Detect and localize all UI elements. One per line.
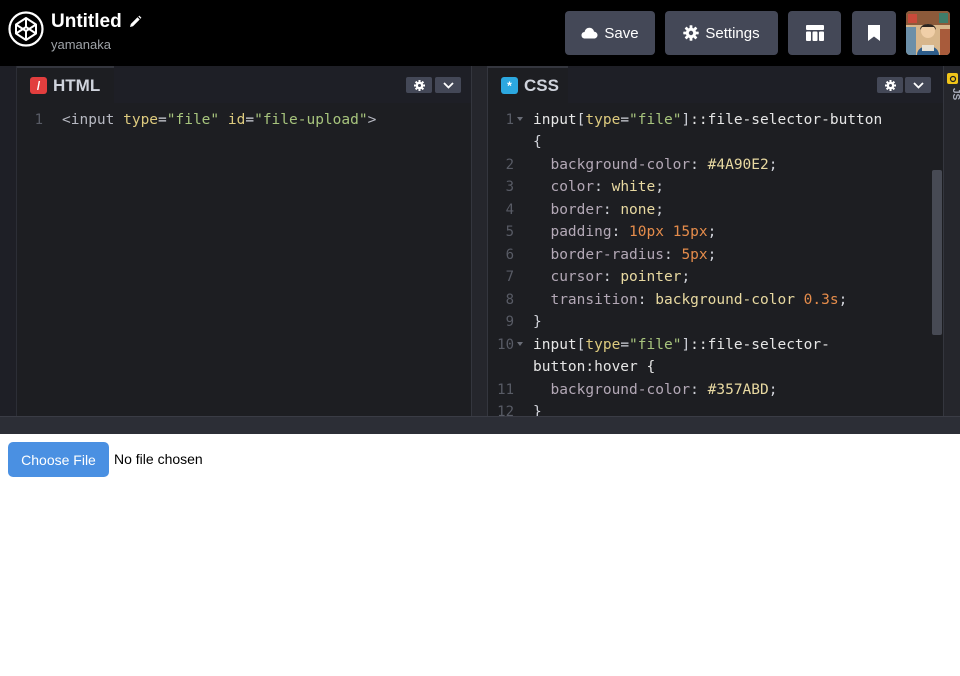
code-text: color: white; [550, 179, 664, 195]
fold-arrow-icon[interactable] [517, 117, 523, 121]
code-line-wrap: button:hover { [488, 356, 943, 378]
html-tab-label: HTML [53, 75, 101, 95]
avatar[interactable] [906, 11, 950, 55]
tab-css[interactable]: * CSS [488, 66, 568, 103]
pane-resizer[interactable] [471, 66, 488, 416]
html-editor-pane: / HTML 1 <input type="file" id="file-upl… [17, 66, 471, 416]
code-text: background-color: #357ABD; [550, 382, 778, 398]
code-line: 10 input[type="file"]::file-selector- [488, 334, 943, 356]
code-text: border: none; [550, 202, 664, 218]
html-file-icon: / [30, 77, 47, 94]
css-file-icon: * [501, 77, 518, 94]
code-text: input[type="file"]::file-selector- [533, 337, 830, 353]
code-text: border-radius: 5px; [550, 247, 717, 263]
code-line: 1 input[type="file"]::file-selector-butt… [488, 109, 943, 131]
fold-arrow-icon[interactable] [517, 342, 523, 346]
code-line: 2 background-color: #4A90E2; [488, 154, 943, 176]
chevron-down-icon [912, 81, 924, 89]
js-file-icon [947, 73, 958, 84]
pen-title-block: Untitled yamanaka [51, 10, 142, 52]
line-number: 1 [505, 112, 514, 128]
line-number: 8 [505, 292, 514, 308]
gear-icon [683, 25, 700, 41]
code-line: 3 color: white; [488, 176, 943, 198]
code-text: cursor: pointer; [550, 269, 691, 285]
cloud-icon [581, 27, 598, 39]
code-line: 11 background-color: #357ABD; [488, 379, 943, 401]
code-line: 7 cursor: pointer; [488, 266, 943, 288]
pin-button[interactable] [852, 11, 896, 55]
code-text: background-color: #4A90E2; [550, 157, 778, 173]
html-code-editor[interactable]: 1 <input type="file" id="file-upload"> [17, 109, 471, 416]
css-tab-label: CSS [524, 75, 559, 95]
editor-area: / HTML 1 <input type="file" id="file-upl… [0, 66, 960, 416]
css-settings-button[interactable] [877, 77, 903, 93]
choose-file-button[interactable]: Choose File [8, 442, 109, 477]
left-gutter [0, 66, 17, 416]
owner-name[interactable]: yamanaka [51, 37, 142, 52]
code-text: } [533, 314, 542, 330]
save-button[interactable]: Save [565, 11, 655, 55]
css-editor-pane: * CSS 1 input[type="file"]::file-selecto… [488, 66, 943, 416]
change-view-button[interactable] [788, 11, 841, 55]
code-line: 12 } [488, 401, 943, 416]
chevron-down-icon [442, 81, 454, 89]
line-number: 4 [505, 202, 514, 218]
code-line: 4 border: none; [488, 199, 943, 221]
code-line: 9 } [488, 311, 943, 333]
line-number: 12 [497, 404, 514, 416]
line-number: 9 [505, 314, 514, 330]
code-text: button:hover { [533, 359, 656, 375]
code-text: padding: 10px 15px; [550, 224, 717, 240]
code-line: 6 border-radius: 5px; [488, 244, 943, 266]
code-line: 1 <input type="file" id="file-upload"> [17, 109, 471, 131]
html-tabbar: / HTML [17, 66, 471, 103]
line-number: 6 [505, 247, 514, 263]
pen-title[interactable]: Untitled [51, 11, 122, 33]
top-header: Untitled yamanaka Save Settings [0, 0, 960, 66]
codepen-logo-icon[interactable] [8, 11, 44, 47]
settings-button[interactable]: Settings [665, 11, 778, 55]
save-label: Save [604, 24, 639, 42]
settings-label: Settings [705, 24, 760, 42]
html-settings-button[interactable] [406, 77, 432, 93]
js-editor-collapsed[interactable]: JS [943, 66, 960, 416]
line-number: 5 [505, 224, 514, 240]
line-number: 3 [505, 179, 514, 195]
css-code-editor[interactable]: 1 input[type="file"]::file-selector-butt… [488, 109, 943, 416]
code-text: } [533, 404, 542, 416]
tab-html[interactable]: / HTML [17, 66, 114, 103]
code-line: 5 padding: 10px 15px; [488, 221, 943, 243]
pencil-icon[interactable] [128, 15, 142, 29]
gear-icon [413, 79, 425, 91]
line-number: 1 [34, 112, 43, 128]
code-text: <input type="file" id="file-upload"> [62, 112, 377, 128]
layout-icon [805, 25, 824, 41]
line-number: 7 [505, 269, 514, 285]
css-tabbar: * CSS [488, 66, 943, 103]
result-preview: Choose File No file chosen [0, 434, 960, 676]
html-collapse-button[interactable] [435, 77, 461, 93]
code-line: 8 transition: background-color 0.3s; [488, 289, 943, 311]
line-number: 2 [505, 157, 514, 173]
css-collapse-button[interactable] [905, 77, 931, 93]
gear-icon [884, 79, 896, 91]
file-status-text: No file chosen [114, 451, 203, 467]
code-line-wrap: { [488, 131, 943, 153]
code-text: { [533, 134, 542, 150]
code-text: transition: background-color 0.3s; [550, 292, 848, 308]
js-tab-label: JS [950, 88, 960, 101]
pin-icon [868, 25, 880, 41]
css-scrollbar[interactable] [932, 170, 942, 335]
editor-bottom-bar[interactable] [0, 416, 960, 434]
line-number: 11 [497, 382, 514, 398]
code-text: input[type="file"]::file-selector-button [533, 112, 883, 128]
line-number: 10 [497, 337, 514, 353]
